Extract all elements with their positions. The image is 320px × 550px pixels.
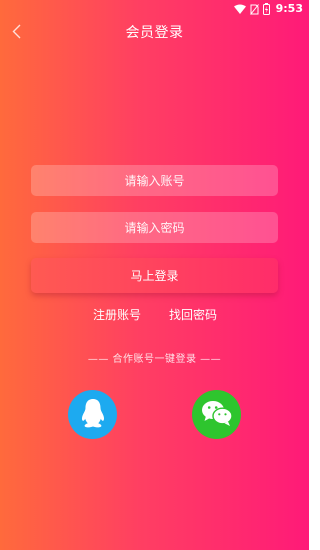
login-screen: 9:53 会员登录 马上登录 注册账号 找回密码 —— 合作账号一键登录 —— (0, 0, 309, 550)
battery-icon (262, 3, 270, 15)
login-button-label: 马上登录 (130, 269, 179, 283)
qq-login-button[interactable] (68, 390, 117, 439)
clock: 9:53 (275, 2, 303, 15)
third-party-divider: —— 合作账号一键登录 —— (87, 354, 222, 365)
password-input[interactable] (31, 212, 278, 243)
wechat-icon (201, 399, 233, 431)
qq-penguin-icon (80, 398, 106, 432)
register-link[interactable]: 注册账号 (93, 307, 141, 323)
recover-password-link[interactable]: 找回密码 (169, 307, 217, 323)
status-bar: 9:53 (0, 0, 309, 18)
page-title: 会员登录 (125, 25, 184, 41)
wifi-icon (233, 4, 246, 14)
account-input[interactable] (31, 165, 278, 196)
login-button[interactable]: 马上登录 (31, 258, 278, 293)
no-sim-icon (249, 3, 259, 15)
wechat-login-button[interactable] (192, 390, 241, 439)
status-icons: 9:53 (233, 2, 303, 16)
